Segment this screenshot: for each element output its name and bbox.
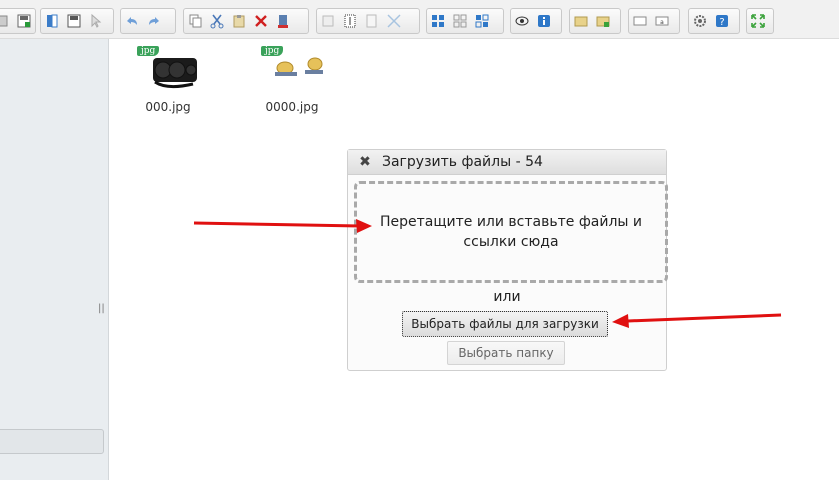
undo-icon[interactable] (121, 9, 143, 33)
extract-icon[interactable] (570, 9, 592, 33)
toolbar-group-select: a (628, 8, 680, 34)
sidebar-resizer[interactable]: || (98, 303, 105, 314)
close-icon[interactable]: ✖ (348, 154, 382, 170)
redo-icon[interactable] (143, 9, 165, 33)
toolbar-group-info (510, 8, 562, 34)
choose-files-button[interactable]: Выбрать файлы для загрузки (402, 311, 608, 337)
duplicate-icon[interactable] (317, 9, 339, 33)
sidebar-field[interactable] (0, 429, 104, 454)
save-icon[interactable] (13, 9, 35, 33)
dialog-title: Загрузить файлы - 54 (382, 154, 543, 170)
or-label: или (493, 289, 521, 305)
cut-icon[interactable] (206, 9, 228, 33)
arrow-to-dropzone (193, 219, 372, 233)
svg-text:a: a (660, 19, 664, 26)
empty-icon[interactable] (272, 9, 294, 33)
search-icon[interactable]: a (651, 9, 673, 33)
resize-icon[interactable] (383, 9, 405, 33)
view-list-icon[interactable] (449, 9, 471, 33)
edit-icon[interactable] (361, 9, 383, 33)
info-icon[interactable] (533, 9, 555, 33)
paste-icon[interactable] (228, 9, 250, 33)
save-as-icon[interactable] (63, 9, 85, 33)
view-details-icon[interactable] (471, 9, 493, 33)
file-type-badge: jpg (261, 46, 284, 56)
toolbar-group-archive (569, 8, 621, 34)
file-item[interactable]: jpg 000.jpg (128, 44, 208, 114)
fullscreen-icon[interactable] (747, 9, 769, 33)
view-icons-icon[interactable] (427, 9, 449, 33)
toolbar-group-open (40, 8, 114, 34)
toolbar-group-edit (183, 8, 309, 34)
toolbar-group-history (120, 8, 176, 34)
file-name: 0000.jpg (265, 100, 319, 114)
toolbar-group-tools (316, 8, 420, 34)
file-item[interactable]: jpg 0000.jpg (252, 44, 332, 114)
choose-folder-button[interactable]: Выбрать папку (447, 341, 565, 365)
toolbar-group-file (0, 8, 36, 34)
file-thumbnail[interactable]: jpg (137, 44, 199, 92)
select-icon[interactable] (85, 9, 107, 33)
archive-icon[interactable] (592, 9, 614, 33)
home-icon[interactable] (0, 9, 13, 33)
toolbar: a ? (0, 0, 839, 39)
toolbar-group-view (426, 8, 504, 34)
upload-dialog: ✖ Загрузить файлы - 54 Перетащите или вс… (347, 149, 668, 371)
file-type-badge: jpg (137, 46, 160, 56)
open-icon[interactable] (41, 9, 63, 33)
dropzone[interactable]: Перетащите или вставьте файлы и ссылки с… (354, 181, 668, 283)
svg-text:?: ? (719, 17, 724, 28)
file-thumbnail[interactable]: jpg (261, 44, 325, 92)
select-all-icon[interactable] (629, 9, 651, 33)
toolbar-group-fullscreen (746, 8, 774, 34)
sidebar (0, 39, 109, 480)
help-icon[interactable]: ? (711, 9, 733, 33)
delete-icon[interactable] (250, 9, 272, 33)
rename-icon[interactable] (339, 9, 361, 33)
preview-icon[interactable] (511, 9, 533, 33)
toolbar-group-settings: ? (688, 8, 740, 34)
dropzone-text: Перетащите или вставьте файлы и ссылки с… (379, 214, 643, 250)
copy-icon[interactable] (184, 9, 206, 33)
settings-icon[interactable] (689, 9, 711, 33)
file-name: 000.jpg (145, 100, 191, 114)
dialog-header: ✖ Загрузить файлы - 54 (348, 150, 666, 175)
